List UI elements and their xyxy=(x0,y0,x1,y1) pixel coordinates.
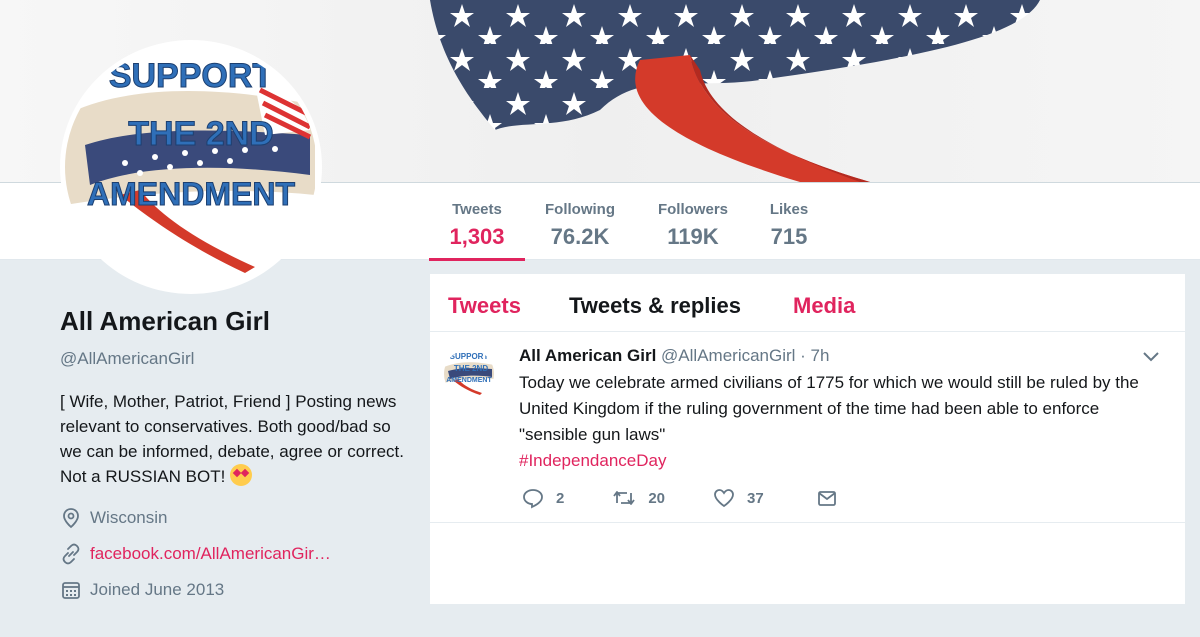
tweet-avatar-text-line3: AMENDMENT xyxy=(446,377,492,384)
like-button[interactable]: 37 xyxy=(713,487,764,509)
stat-likes[interactable]: Likes 715 xyxy=(762,183,816,261)
retweet-button[interactable]: 20 xyxy=(612,487,665,509)
profile-name[interactable]: All American Girl xyxy=(60,306,410,337)
avatar-text-line3: AMENDMENT xyxy=(87,176,295,212)
tweet-body: Today we celebrate armed civilians of 17… xyxy=(519,373,1139,444)
chevron-down-icon[interactable] xyxy=(1143,351,1159,363)
tab-tweets-replies[interactable]: Tweets & replies xyxy=(569,293,741,319)
location-text: Wisconsin xyxy=(90,508,168,527)
profile-bio: [ Wife, Mother, Patriot, Friend ] Postin… xyxy=(60,389,405,489)
envelope-icon xyxy=(817,491,836,506)
profile-location: Wisconsin xyxy=(60,507,410,529)
tweet-author-handle[interactable]: @AllAmericanGirl xyxy=(661,346,795,365)
joined-text: Joined June 2013 xyxy=(90,580,225,599)
website-link[interactable]: facebook.com/AllAmericanGir… xyxy=(90,544,331,564)
tweet-avatar-text-line1: SUPPORT xyxy=(450,352,489,361)
stat-label: Following xyxy=(545,201,615,218)
profile-avatar[interactable]: SUPPORT THE 2ND AMENDMENT xyxy=(60,40,322,294)
stat-label: Followers xyxy=(657,201,728,218)
stat-tweets[interactable]: Tweets 1,303 xyxy=(429,183,525,261)
reply-icon xyxy=(523,489,543,509)
profile-joined: Joined June 2013 xyxy=(60,579,410,601)
heart-icon xyxy=(714,489,734,508)
direct-message-button[interactable] xyxy=(816,487,850,509)
timeline: Tweets Tweets & replies Media SUPPORT TH… xyxy=(430,274,1185,604)
tweet-timestamp[interactable]: · 7h xyxy=(800,346,829,365)
like-count: 37 xyxy=(747,489,764,507)
tweet-author-name[interactable]: All American Girl xyxy=(519,346,656,365)
avatar-text-line1: SUPPORT xyxy=(109,57,274,95)
profile-website: facebook.com/AllAmericanGir… xyxy=(60,543,410,565)
tweet-avatar[interactable]: SUPPORT THE 2ND AMENDMENT xyxy=(444,349,494,399)
timeline-tabs: Tweets Tweets & replies Media xyxy=(430,274,1185,332)
stat-value: 76.2K xyxy=(550,224,610,249)
tweet[interactable]: SUPPORT THE 2ND AMENDMENT All American G… xyxy=(430,333,1185,523)
retweet-icon xyxy=(613,491,636,505)
tweet-avatar-text-line2: THE 2ND xyxy=(454,364,488,373)
stat-value: 119K xyxy=(667,224,719,249)
stat-value: 715 xyxy=(770,224,808,249)
location-pin-icon xyxy=(60,507,82,529)
profile-handle[interactable]: @AllAmericanGirl xyxy=(60,349,410,369)
stat-value: 1,303 xyxy=(449,224,505,249)
stat-followers[interactable]: Followers 119K xyxy=(650,183,736,261)
tab-tweets[interactable]: Tweets xyxy=(448,293,521,319)
tweet-actions: 2 20 37 xyxy=(522,487,890,509)
avatar-image: SUPPORT THE 2ND AMENDMENT xyxy=(65,45,317,289)
tweet-header: All American Girl @AllAmericanGirl · 7h xyxy=(519,346,829,366)
stat-following[interactable]: Following 76.2K xyxy=(538,183,622,261)
profile-card: All American Girl @AllAmericanGirl [ Wif… xyxy=(60,306,410,601)
tweet-hashtag[interactable]: #IndependanceDay xyxy=(519,448,1169,474)
reply-button[interactable]: 2 xyxy=(522,487,564,509)
retweet-count: 20 xyxy=(648,489,666,507)
reply-count: 2 xyxy=(556,489,565,507)
tab-media[interactable]: Media xyxy=(793,293,855,319)
tweet-text: Today we celebrate armed civilians of 17… xyxy=(519,370,1169,474)
stat-label: Tweets xyxy=(452,201,502,218)
star-struck-emoji-icon xyxy=(230,464,253,486)
stat-label: Likes xyxy=(769,201,809,218)
calendar-icon xyxy=(60,579,82,601)
link-icon xyxy=(60,543,82,565)
avatar-text-line2: THE 2ND xyxy=(128,115,273,153)
